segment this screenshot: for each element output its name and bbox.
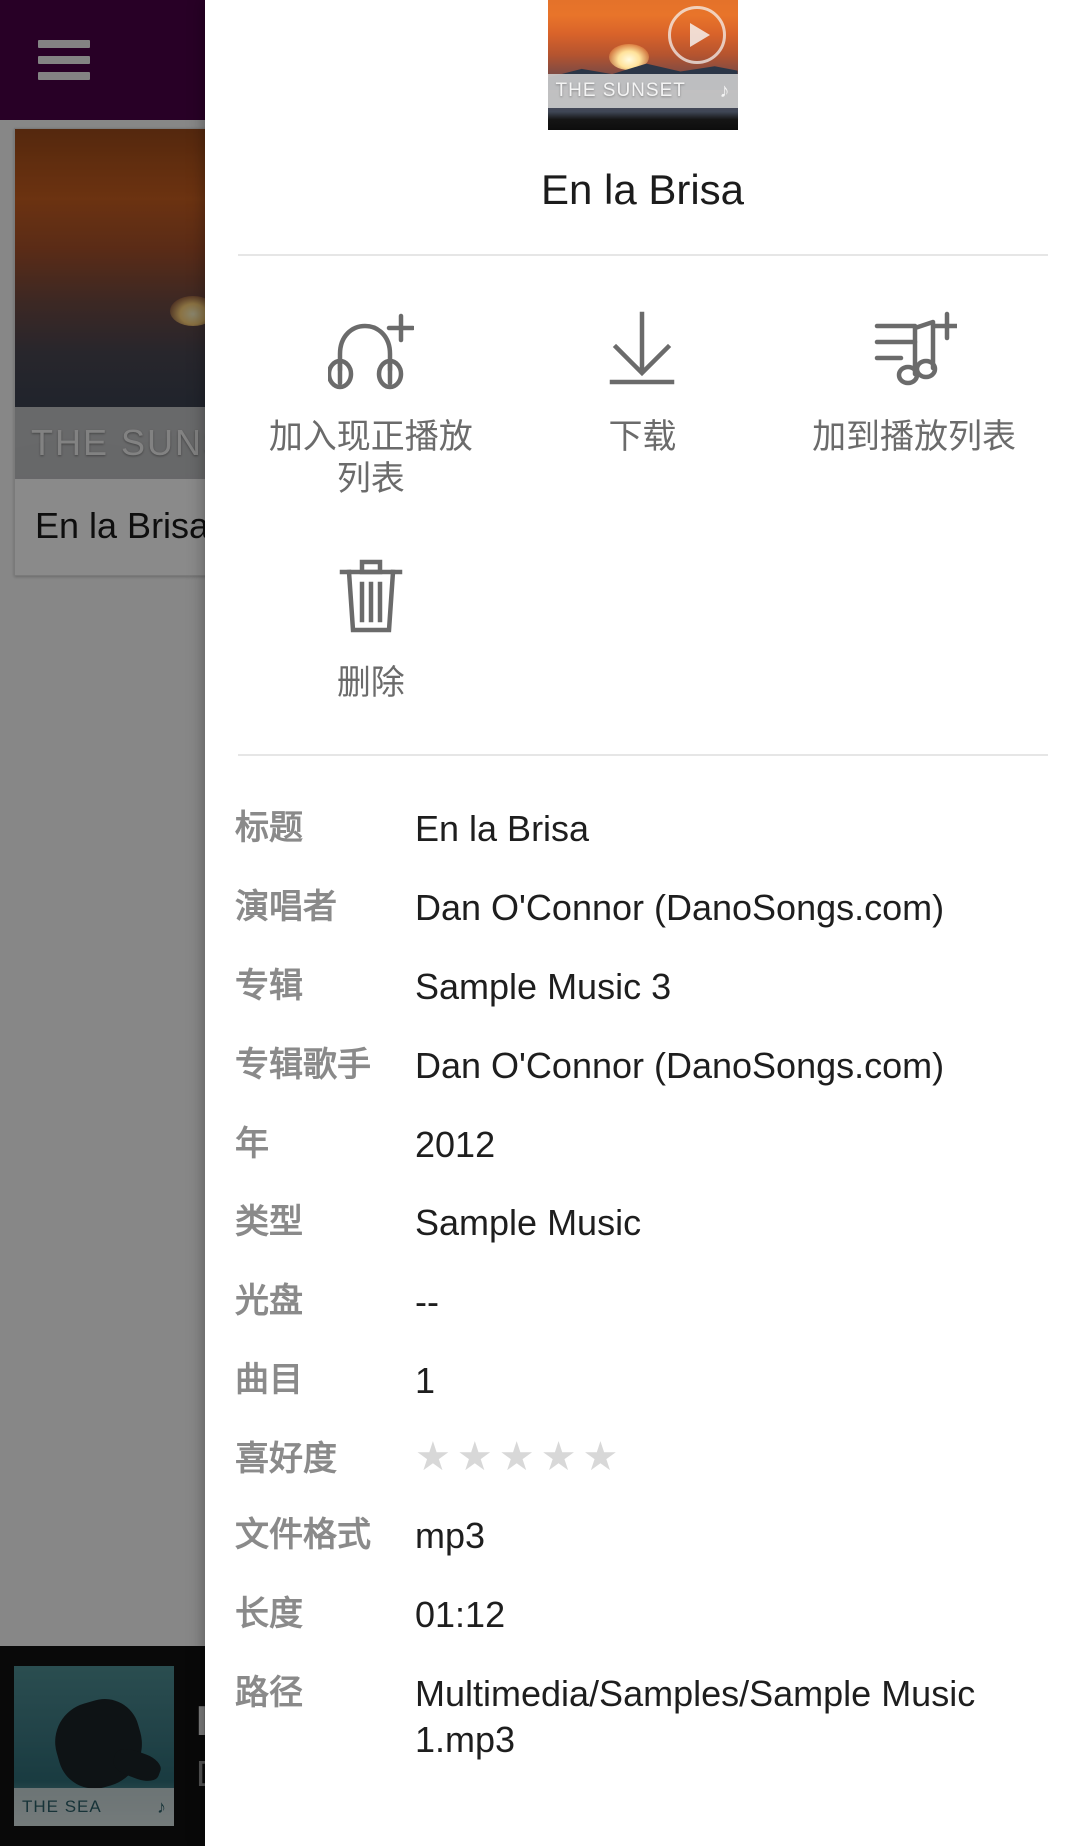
metadata-value: 01:12 bbox=[415, 1593, 506, 1635]
metadata-key: 文件格式 bbox=[235, 1516, 371, 1555]
metadata-row: 年 2012 bbox=[235, 1106, 1050, 1185]
metadata-row: 演唱者 Dan O'Connor (DanoSongs.com) bbox=[235, 869, 1050, 948]
metadata-key: 标题 bbox=[235, 809, 303, 848]
metadata-value: Multimedia/Samples/Sample Music 1.mp3 bbox=[415, 1672, 976, 1761]
metadata-value: Sample Music 3 bbox=[415, 966, 672, 1008]
rating-stars[interactable]: ★ ★ ★ ★ ★ bbox=[415, 1437, 1050, 1477]
screen-root: 歌曲 THE SUNSET ♪ En la Brisa bbox=[0, 0, 1080, 1846]
metadata-value: En la Brisa bbox=[415, 808, 590, 850]
action-download[interactable]: 下载 bbox=[507, 278, 779, 524]
action-label: 加到播放列表 bbox=[812, 418, 1017, 456]
metadata-key: 专辑歌手 bbox=[235, 1045, 371, 1084]
metadata-row: 标题 En la Brisa bbox=[235, 790, 1050, 869]
art-banner: THE SUNSET ♪ bbox=[547, 74, 738, 108]
metadata-row: 专辑 Sample Music 3 bbox=[235, 948, 1050, 1027]
headphones-plus-icon bbox=[327, 306, 414, 390]
play-circle-icon[interactable] bbox=[667, 6, 726, 64]
action-grid: 加入现正播放列表 下载 加到播放列表 删除 bbox=[205, 256, 1080, 728]
metadata-row: 喜好度 ★ ★ ★ ★ ★ bbox=[235, 1421, 1050, 1497]
playlist-add-icon bbox=[871, 306, 958, 390]
metadata-value: Dan O'Connor (DanoSongs.com) bbox=[415, 1044, 945, 1086]
action-label: 下载 bbox=[608, 418, 677, 456]
metadata-key: 专辑 bbox=[235, 967, 303, 1006]
metadata-row: 长度 01:12 bbox=[235, 1576, 1050, 1655]
action-label: 加入现正播放列表 bbox=[268, 418, 473, 499]
action-add-to-playlist[interactable]: 加到播放列表 bbox=[778, 278, 1050, 524]
metadata-key: 演唱者 bbox=[235, 888, 337, 927]
trash-can-icon bbox=[328, 552, 414, 636]
metadata-value: 2012 bbox=[415, 1123, 496, 1165]
action-delete[interactable]: 删除 bbox=[235, 524, 507, 728]
dialog-header: THE SUNSET ♪ En la Brisa bbox=[205, 0, 1080, 214]
metadata-value: 1 bbox=[415, 1360, 436, 1402]
star-icon[interactable]: ★ bbox=[457, 1437, 493, 1477]
dialog-title: En la Brisa bbox=[540, 166, 745, 213]
dialog-album-art[interactable]: THE SUNSET ♪ bbox=[547, 0, 738, 130]
metadata-row: 曲目 1 bbox=[235, 1342, 1050, 1421]
star-icon[interactable]: ★ bbox=[499, 1437, 535, 1477]
download-arrow-icon bbox=[599, 306, 685, 390]
music-note-icon: ♪ bbox=[719, 79, 730, 102]
art-banner-label: THE SUNSET bbox=[555, 80, 686, 101]
metadata-key: 类型 bbox=[235, 1203, 303, 1242]
metadata-value: Sample Music bbox=[415, 1202, 642, 1244]
metadata-row: 类型 Sample Music bbox=[235, 1184, 1050, 1263]
metadata-value: mp3 bbox=[415, 1515, 486, 1557]
star-icon[interactable]: ★ bbox=[541, 1437, 577, 1477]
action-label: 删除 bbox=[336, 664, 405, 703]
metadata-key: 光盘 bbox=[235, 1282, 303, 1321]
metadata-row: 专辑歌手 Dan O'Connor (DanoSongs.com) bbox=[235, 1027, 1050, 1106]
action-add-to-now-playing[interactable]: 加入现正播放列表 bbox=[235, 278, 507, 524]
metadata-row: 文件格式 mp3 bbox=[235, 1497, 1050, 1576]
metadata-value: Dan O'Connor (DanoSongs.com) bbox=[415, 887, 945, 929]
metadata-row: 光盘 -- bbox=[235, 1263, 1050, 1342]
metadata-value: -- bbox=[415, 1281, 439, 1323]
star-icon[interactable]: ★ bbox=[415, 1437, 451, 1477]
metadata-key: 曲目 bbox=[235, 1361, 303, 1400]
metadata-key: 喜好度 bbox=[235, 1439, 337, 1478]
song-detail-dialog: THE SUNSET ♪ En la Brisa 加入现正播放列表 下载 加到播… bbox=[205, 0, 1080, 1846]
metadata-row: 路径 Multimedia/Samples/Sample Music 1.mp3 bbox=[235, 1655, 1050, 1781]
star-icon[interactable]: ★ bbox=[582, 1437, 618, 1477]
metadata-key: 路径 bbox=[235, 1673, 303, 1712]
metadata-list: 标题 En la Brisa 演唱者 Dan O'Connor (DanoSongs.… bbox=[205, 756, 1080, 1780]
metadata-key: 长度 bbox=[235, 1594, 303, 1633]
metadata-key: 年 bbox=[235, 1124, 269, 1163]
